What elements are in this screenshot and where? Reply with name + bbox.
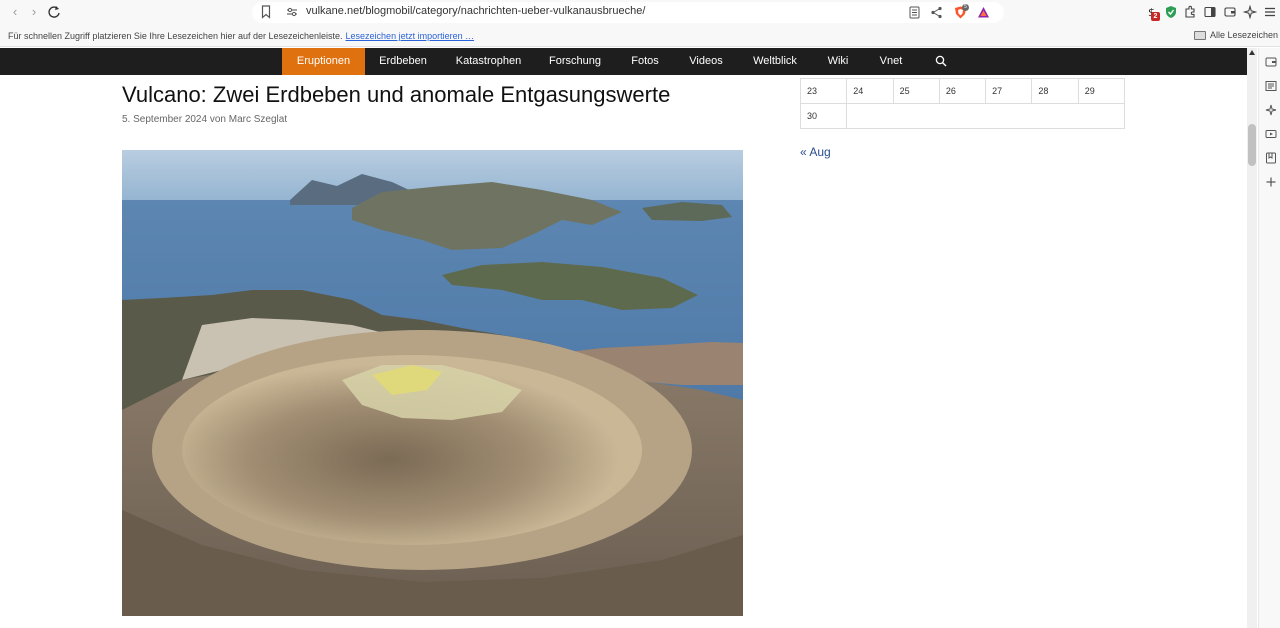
nav-item-vnet[interactable]: Vnet bbox=[872, 48, 910, 75]
scrollbar-thumb[interactable] bbox=[1248, 124, 1256, 166]
forward-icon[interactable]: › bbox=[26, 4, 42, 20]
reading-list-icon[interactable] bbox=[1265, 80, 1277, 92]
bookmark-icon[interactable] bbox=[261, 5, 271, 19]
scroll-up-icon[interactable] bbox=[1249, 50, 1255, 55]
menu-icon[interactable] bbox=[1263, 5, 1277, 19]
side-panel-wallet-icon[interactable] bbox=[1265, 56, 1277, 68]
import-bookmarks-link[interactable]: Lesezeichen jetzt importieren … bbox=[346, 31, 475, 41]
add-panel-icon[interactable] bbox=[1265, 176, 1277, 188]
nav-item-weltblick[interactable]: Weltblick bbox=[744, 48, 806, 75]
calendar-prev-month-link[interactable]: « Aug bbox=[800, 145, 831, 159]
nav-item-katastrophen[interactable]: Katastrophen bbox=[446, 48, 531, 75]
wallet-icon[interactable] bbox=[1223, 5, 1237, 19]
calendar-day: 29 bbox=[1077, 78, 1126, 104]
search-icon[interactable] bbox=[935, 55, 947, 67]
all-bookmarks-button[interactable]: Alle Lesezeichen bbox=[1194, 30, 1278, 40]
calendar-day: 27 bbox=[985, 78, 1033, 104]
site-settings-icon[interactable] bbox=[286, 6, 298, 18]
reload-icon[interactable] bbox=[47, 5, 61, 19]
nav-item-videos[interactable]: Videos bbox=[681, 48, 731, 75]
all-bookmarks-label: Alle Lesezeichen bbox=[1210, 30, 1279, 40]
back-icon[interactable]: ‹ bbox=[7, 4, 23, 20]
nav-item-erdbeben[interactable]: Erdbeben bbox=[370, 48, 436, 75]
media-icon[interactable] bbox=[1265, 128, 1277, 140]
leo-ai-icon[interactable] bbox=[1243, 5, 1257, 19]
site-navigation: Eruptionen Erdbeben Katastrophen Forschu… bbox=[0, 48, 1247, 75]
calendar-day: 25 bbox=[892, 78, 940, 104]
sidebar-toggle-icon[interactable] bbox=[1203, 5, 1217, 19]
calendar-empty-cell bbox=[846, 103, 1125, 129]
address-bar[interactable]: vulkane.net/blogmobil/category/nachricht… bbox=[252, 2, 1004, 23]
calendar-week-row: 30 bbox=[799, 103, 1125, 129]
bookmarks-hint-text: Für schnellen Zugriff platzieren Sie Ihr… bbox=[8, 31, 343, 41]
calendar-day: 30 bbox=[799, 103, 848, 129]
shields-count-badge: 5 bbox=[962, 4, 969, 11]
nav-item-forschung[interactable]: Forschung bbox=[541, 48, 609, 75]
brave-rewards-icon[interactable] bbox=[977, 6, 990, 19]
folder-icon bbox=[1194, 30, 1206, 40]
bookmarks-bar: Für schnellen Zugriff platzieren Sie Ihr… bbox=[0, 25, 1280, 47]
article-photo[interactable] bbox=[122, 150, 743, 616]
article-title[interactable]: Vulcano: Zwei Erdbeben und anomale Entga… bbox=[122, 82, 670, 108]
leo-icon[interactable] bbox=[1265, 104, 1277, 116]
url-text[interactable]: vulkane.net/blogmobil/category/nachricht… bbox=[306, 5, 645, 17]
extensions-puzzle-icon[interactable] bbox=[1183, 5, 1197, 19]
calendar-day: 26 bbox=[938, 78, 987, 104]
calendar-day: 28 bbox=[1031, 78, 1079, 104]
extension-badge: 2 bbox=[1151, 12, 1160, 21]
bookmarks-hint: Für schnellen Zugriff platzieren Sie Ihr… bbox=[8, 31, 474, 41]
share-icon[interactable] bbox=[930, 6, 943, 19]
shield-check-icon[interactable] bbox=[1164, 5, 1178, 19]
nav-item-eruptionen[interactable]: Eruptionen bbox=[282, 48, 365, 75]
calendar-day: 24 bbox=[846, 78, 894, 104]
article-meta: 5. September 2024 von Marc Szeglat bbox=[122, 114, 288, 125]
calendar-week-row: 23 24 25 26 27 28 29 bbox=[799, 78, 1126, 104]
nav-item-fotos[interactable]: Fotos bbox=[622, 48, 668, 75]
browser-toolbar: ‹ › vulkane.net/blogmobil/category/nachr… bbox=[0, 0, 1280, 25]
bookmarks-panel-icon[interactable] bbox=[1265, 152, 1277, 164]
nav-item-wiki[interactable]: Wiki bbox=[818, 48, 858, 75]
calendar-day: 23 bbox=[799, 78, 848, 104]
reader-mode-icon[interactable] bbox=[908, 6, 921, 19]
calendar-table: 23 24 25 26 27 28 29 30 bbox=[799, 78, 1126, 129]
